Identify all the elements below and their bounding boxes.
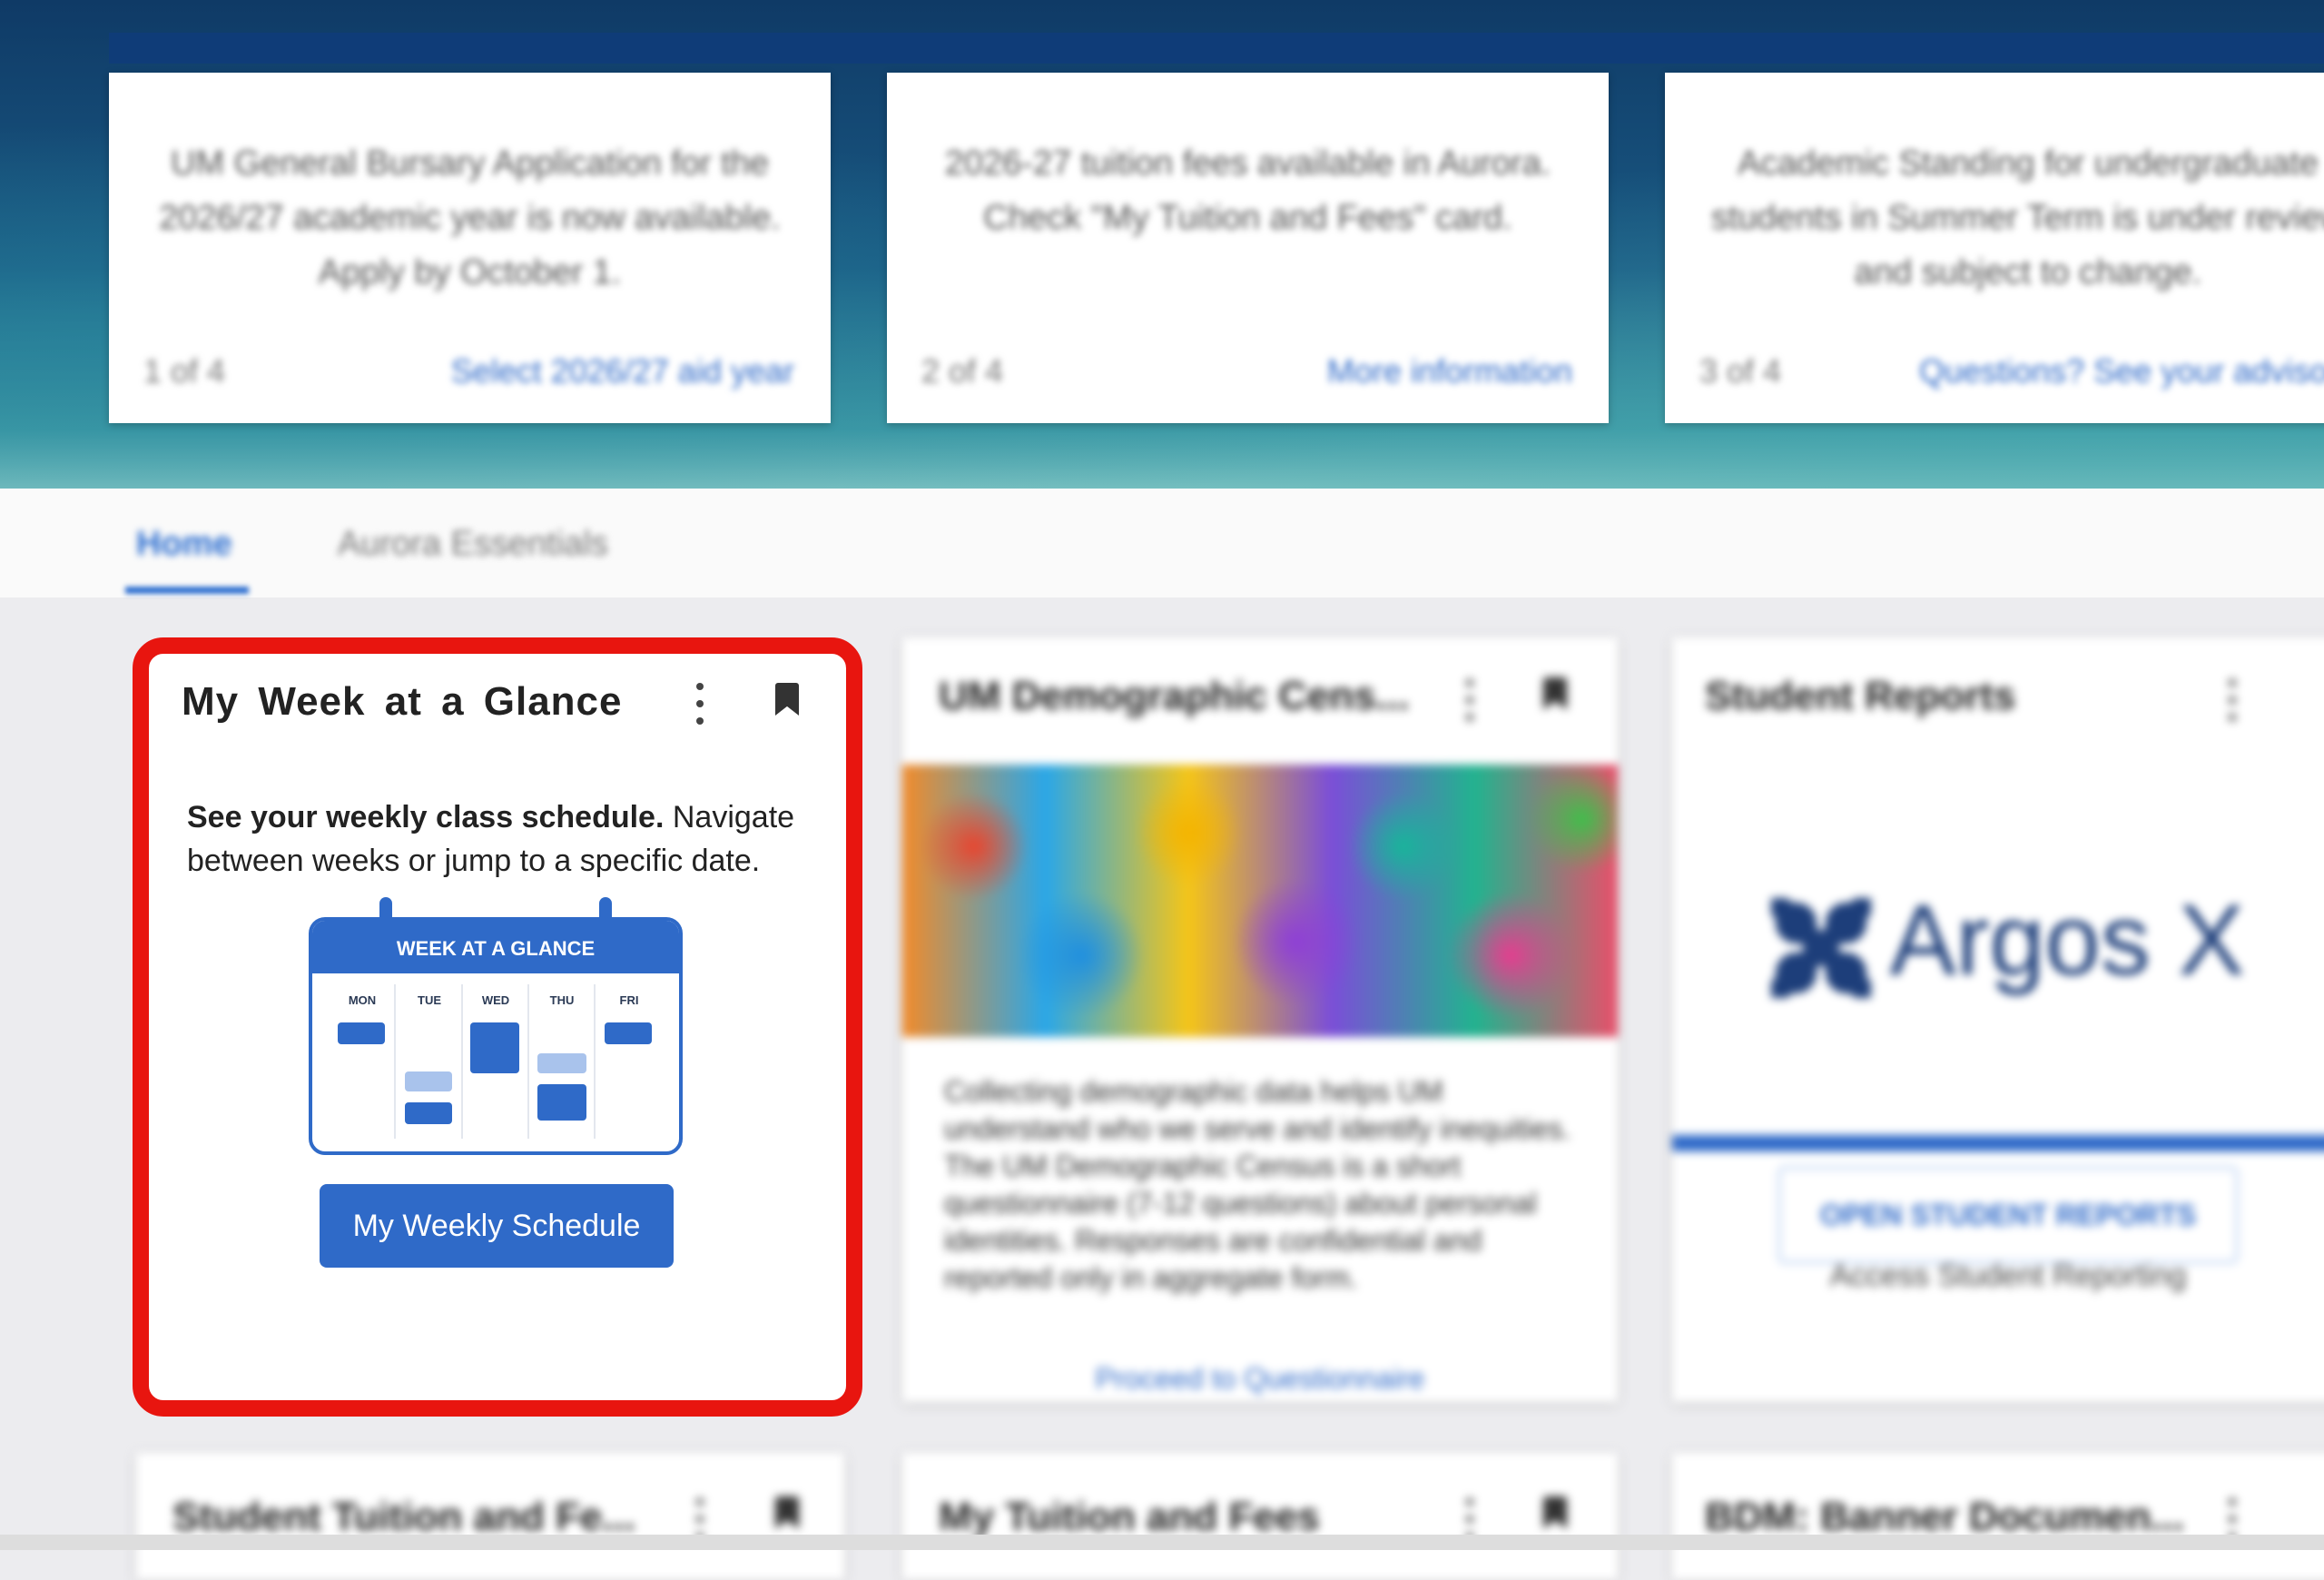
tab-home[interactable]: Home bbox=[136, 525, 232, 564]
announcement-link[interactable]: Select 2026/27 aid year bbox=[451, 352, 794, 390]
tab-bar: Home Aurora Essentials bbox=[0, 489, 2324, 597]
announcement-count: 1 of 4 bbox=[143, 352, 226, 390]
calendar-event bbox=[338, 1022, 385, 1044]
calendar-illustration: WEEK AT A GLANCE MON TUE WED THU FRI bbox=[309, 917, 683, 1155]
reports-divider bbox=[1672, 1135, 2324, 1151]
card-title: Student Reports bbox=[1705, 674, 2016, 718]
census-image bbox=[902, 765, 1618, 1037]
census-link[interactable]: Proceed to Questionnaire bbox=[902, 1362, 1618, 1396]
card-title: BDM: Banner Documen... bbox=[1705, 1495, 2185, 1539]
reports-caption: Access Student Reporting bbox=[1829, 1259, 2187, 1293]
page-bottom-edge bbox=[0, 1535, 2324, 1550]
announcement-banner: UM General Bursary Application for the 2… bbox=[0, 0, 2324, 489]
card-title: My Tuition and Fees bbox=[939, 1495, 1320, 1539]
announcement-text: UM General Bursary Application for the 2… bbox=[159, 144, 781, 291]
bookmark-icon[interactable] bbox=[1543, 1496, 1567, 1529]
calendar-event bbox=[470, 1022, 519, 1073]
card-title: Student Tuition and Fe... bbox=[172, 1495, 636, 1539]
calendar-event bbox=[537, 1053, 586, 1073]
calendar-day-label: THU bbox=[549, 993, 575, 1007]
calendar-day-label: MON bbox=[348, 993, 377, 1007]
card-description: See your weekly class schedule. Navigate… bbox=[187, 795, 804, 883]
calendar-header: WEEK AT A GLANCE bbox=[312, 921, 679, 973]
calendar-day-label: WED bbox=[481, 993, 510, 1007]
my-tuition-card: My Tuition and Fees bbox=[902, 1453, 1618, 1580]
announcement-text: 2026-27 tuition fees available in Aurora… bbox=[944, 144, 1551, 237]
announcement-count: 2 of 4 bbox=[921, 352, 1004, 390]
announcement-link[interactable]: Questions? See your advisor bbox=[1919, 352, 2324, 390]
banner-strip bbox=[109, 33, 2324, 64]
calendar-event bbox=[605, 1022, 652, 1044]
card-title: My Week at a Glance bbox=[182, 679, 623, 724]
announcement-card-2: 2026-27 tuition fees available in Aurora… bbox=[887, 73, 1609, 423]
student-reports-card: Student Reports Argos X OPEN STUDENT REP… bbox=[1672, 637, 2324, 1402]
description-bold: See your weekly class schedule. bbox=[187, 800, 665, 834]
calendar-divider bbox=[527, 984, 529, 1139]
calendar-event bbox=[405, 1071, 452, 1091]
announcement-card-1: UM General Bursary Application for the 2… bbox=[109, 73, 831, 423]
card-title: UM Demographic Cens... bbox=[939, 674, 1410, 718]
calendar-event bbox=[537, 1084, 586, 1121]
calendar-divider bbox=[394, 984, 396, 1139]
calendar-day-label: FRI bbox=[619, 993, 639, 1007]
census-description: Collecting demographic data helps UM und… bbox=[944, 1075, 1571, 1294]
calendar-day-label: TUE bbox=[418, 993, 441, 1007]
tab-aurora-essentials[interactable]: Aurora Essentials bbox=[338, 525, 608, 564]
announcement-text: Academic Standing for undergraduate stud… bbox=[1710, 144, 2324, 291]
argos-logo-text: Argos X bbox=[1889, 884, 2245, 996]
bdm-banner-card: BDM: Banner Documen... bbox=[1672, 1453, 2324, 1580]
announcement-count: 3 of 4 bbox=[1699, 352, 1782, 390]
argos-logo: Argos X bbox=[1672, 883, 2324, 998]
demographic-census-card: UM Demographic Cens... Collecting demogr… bbox=[902, 637, 1618, 1402]
announcement-card-3: Academic Standing for undergraduate stud… bbox=[1665, 73, 2324, 423]
bookmark-icon[interactable] bbox=[775, 1496, 799, 1529]
calendar-event bbox=[405, 1102, 452, 1124]
argos-mark-icon bbox=[1771, 897, 1872, 998]
bookmark-icon[interactable] bbox=[1543, 677, 1567, 710]
my-weekly-schedule-button[interactable]: My Weekly Schedule bbox=[320, 1184, 674, 1268]
more-options-icon[interactable] bbox=[695, 683, 704, 725]
calendar-divider bbox=[594, 984, 596, 1139]
calendar-divider bbox=[461, 984, 463, 1139]
student-tuition-card: Student Tuition and Fe... bbox=[136, 1453, 844, 1580]
announcement-link[interactable]: More information bbox=[1327, 352, 1572, 390]
more-options-icon[interactable] bbox=[2228, 679, 2237, 721]
more-options-icon[interactable] bbox=[1465, 679, 1474, 721]
open-student-reports-button[interactable]: OPEN STUDENT REPORTS bbox=[1777, 1166, 2239, 1264]
active-tab-indicator bbox=[125, 587, 249, 594]
